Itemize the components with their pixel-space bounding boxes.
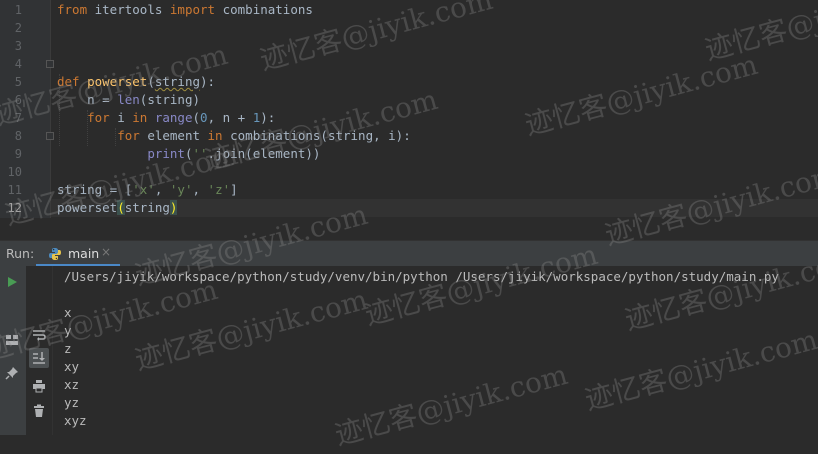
- code-token: (string): [139, 92, 201, 107]
- code-line[interactable]: for element in combinations(string, i):: [57, 127, 411, 145]
- line-number: 12: [7, 201, 22, 215]
- code-token: , n +: [207, 110, 253, 125]
- code-token: ]: [230, 182, 238, 197]
- code-token: .join(element)): [207, 146, 321, 161]
- run-command: /Users/jiyik/workspace/python/study/venv…: [64, 269, 779, 284]
- code-token: n =: [57, 92, 118, 107]
- code-line[interactable]: string = ['x', 'y', 'z']: [57, 181, 238, 199]
- code-token: string: [154, 74, 201, 89]
- pin-button[interactable]: [2, 363, 22, 383]
- run-panel-header: Run: main ×: [0, 240, 818, 267]
- code-line[interactable]: print(''.join(element)): [57, 145, 320, 163]
- line-number: 7: [14, 111, 22, 125]
- output-line: xy: [64, 359, 80, 374]
- python-icon: [49, 248, 61, 260]
- line-number: 5: [14, 75, 22, 89]
- code-token: string = [: [57, 182, 133, 197]
- code-token: import: [169, 2, 216, 17]
- play-icon: [8, 277, 17, 287]
- code-editor[interactable]: 1 2 3 4 5 6 7 8 9 10 11 12 from itertools import co…: [0, 0, 818, 218]
- code-token: for: [87, 110, 110, 125]
- line-number: 3: [14, 39, 22, 53]
- run-label: Run:: [6, 246, 35, 261]
- code-token: combinations(string, i):: [222, 128, 411, 143]
- line-number: 4: [14, 57, 22, 71]
- code-token: string: [124, 200, 170, 215]
- console-output[interactable]: /Users/jiyik/workspace/python/study/venv…: [53, 266, 818, 435]
- line-number: 8: [14, 129, 22, 143]
- code-token: for: [117, 128, 140, 143]
- code-token: range: [154, 110, 193, 125]
- code-token: len: [117, 92, 140, 107]
- soft-wrap-button[interactable]: [29, 325, 49, 345]
- code-token: def: [57, 74, 80, 89]
- output-line: z: [64, 341, 72, 356]
- line-number: 2: [14, 21, 22, 35]
- code-token: i: [109, 110, 133, 125]
- rerun-button[interactable]: [2, 272, 22, 292]
- trash-icon: [34, 404, 44, 417]
- code-token: ,: [192, 182, 208, 197]
- code-token: (: [192, 110, 201, 125]
- code-token: 'y': [169, 182, 193, 197]
- code-token: from: [57, 2, 88, 17]
- tab-main-label: main: [68, 246, 100, 261]
- line-number: 10: [7, 165, 22, 179]
- output-line: xz: [64, 377, 80, 392]
- close-icon[interactable]: ×: [101, 245, 111, 259]
- clear-all-button[interactable]: [29, 401, 49, 421]
- fold-marker[interactable]: [46, 132, 54, 140]
- code-token: ,: [154, 182, 170, 197]
- code-line[interactable]: n = len(string): [57, 91, 200, 109]
- code-line[interactable]: from itertools import combinations: [57, 1, 313, 19]
- code-token: 'x': [132, 182, 155, 197]
- print-icon: [33, 380, 45, 393]
- code-token: ):: [260, 110, 276, 125]
- code-token: (: [147, 74, 155, 89]
- line-number: 6: [14, 93, 22, 107]
- run-side-strip: [0, 266, 27, 435]
- tab-main[interactable]: main ×: [36, 241, 120, 267]
- scroll-to-end-button[interactable]: [29, 348, 49, 368]
- layout-button[interactable]: [2, 330, 22, 350]
- code-token: ): [169, 200, 178, 215]
- layout-icon: [6, 335, 18, 345]
- code-token: in: [132, 110, 148, 125]
- code-token: element: [139, 128, 208, 143]
- line-number: 11: [7, 183, 22, 197]
- code-token: in: [207, 128, 223, 143]
- output-line: yz: [64, 395, 80, 410]
- output-line: x: [64, 305, 72, 320]
- line-number: 1: [14, 3, 22, 17]
- code-token: '': [192, 146, 208, 161]
- pin-icon: [5, 367, 18, 380]
- code-line[interactable]: def powerset(string):: [57, 73, 215, 91]
- code-token: 0: [200, 110, 208, 125]
- print-button[interactable]: [29, 376, 49, 396]
- code-token: ):: [200, 74, 216, 89]
- fold-marker[interactable]: [46, 60, 54, 68]
- soft-wrap-icon: [33, 330, 46, 341]
- output-line: y: [64, 323, 72, 338]
- code-line[interactable]: powerset(string): [57, 199, 178, 217]
- output-line: xyz: [64, 413, 87, 428]
- code-token: powerset: [57, 200, 118, 215]
- code-token: (: [117, 200, 125, 215]
- console-toolbar: [26, 266, 53, 435]
- code-token: 'z': [207, 182, 231, 197]
- code-line[interactable]: for i in range(0, n + 1):: [57, 109, 275, 127]
- code-token: combinations: [215, 2, 313, 17]
- code-token: powerset: [87, 74, 148, 89]
- code-token: itertools: [87, 2, 170, 17]
- code-token: print: [147, 146, 185, 161]
- scroll-to-end-icon: [33, 352, 45, 364]
- line-number: 9: [14, 147, 22, 161]
